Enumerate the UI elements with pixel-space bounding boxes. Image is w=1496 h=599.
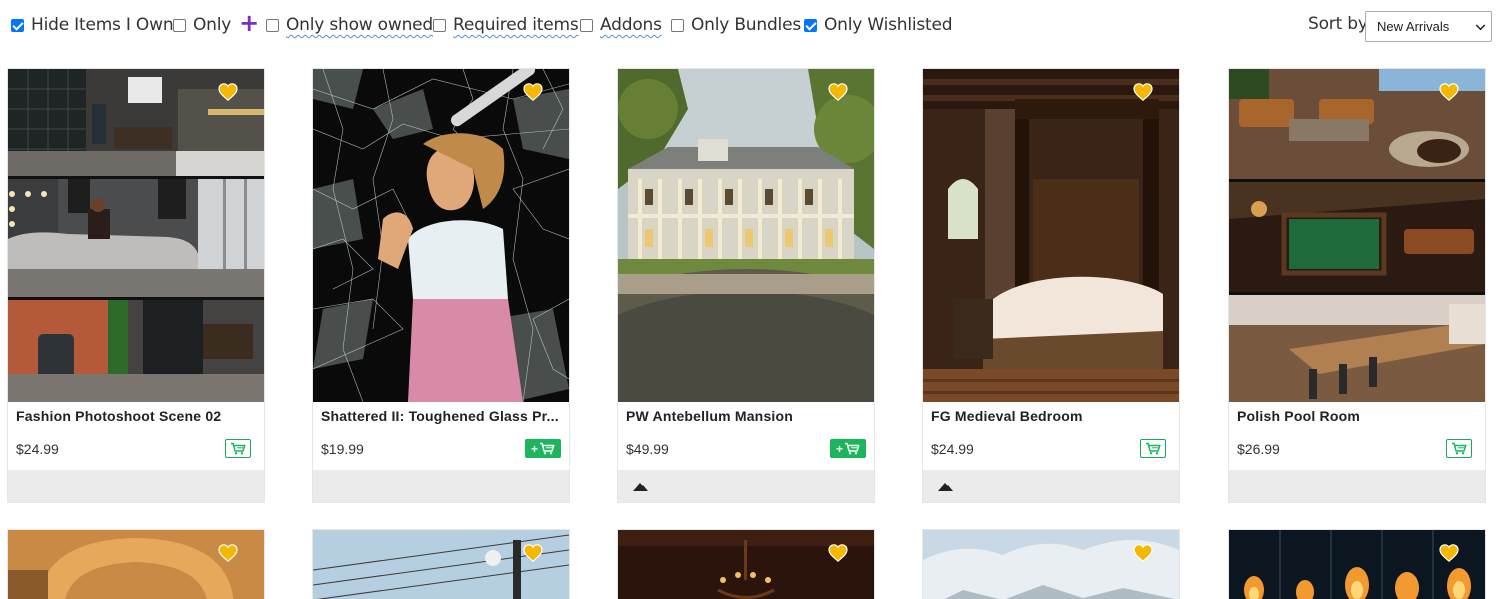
sort-select[interactable]: New Arrivals — [1365, 11, 1492, 42]
product-card[interactable] — [1228, 529, 1486, 599]
filter-only-bundles[interactable]: Only Bundles — [671, 14, 801, 36]
heart-icon[interactable] — [1133, 544, 1153, 562]
product-card[interactable]: FG Medieval Bedroom $24.99 — [922, 68, 1180, 503]
product-card[interactable]: PW Antebellum Mansion $49.99 + — [617, 68, 875, 503]
product-title[interactable]: PW Antebellum Mansion — [626, 408, 870, 424]
heart-icon[interactable] — [523, 544, 543, 562]
cart-icon — [230, 442, 246, 455]
only-plus-checkbox[interactable] — [173, 18, 186, 32]
product-image[interactable] — [8, 69, 264, 402]
filter-label: Required items — [453, 15, 579, 35]
product-price: $49.99 — [626, 441, 669, 457]
product-image[interactable] — [8, 530, 264, 599]
product-image[interactable] — [923, 69, 1179, 402]
cart-icon — [1145, 442, 1161, 455]
plus-icon: + — [835, 441, 843, 456]
filter-required-items[interactable]: Required items — [433, 14, 579, 36]
add-bundle-to-cart-button[interactable]: + — [830, 439, 866, 458]
heart-icon[interactable] — [828, 544, 848, 562]
product-image[interactable] — [923, 530, 1179, 599]
addons-checkbox[interactable] — [580, 18, 593, 32]
product-card[interactable] — [922, 529, 1180, 599]
product-title[interactable]: Polish Pool Room — [1237, 408, 1481, 424]
filter-label: Addons — [600, 15, 662, 35]
product-card[interactable]: Fashion Photoshoot Scene 02 $24.99 — [7, 68, 265, 503]
mountain-icon — [633, 483, 648, 491]
cart-icon — [844, 442, 860, 455]
filter-only-plus[interactable]: Only + — [173, 9, 260, 37]
chevron-down-icon — [1475, 20, 1486, 31]
product-info: PW Antebellum Mansion $49.99 + — [618, 402, 874, 470]
product-title[interactable]: Fashion Photoshoot Scene 02 — [16, 408, 260, 424]
product-price: $26.99 — [1237, 441, 1280, 457]
product-footer — [313, 470, 569, 502]
product-info: Polish Pool Room $26.99 — [1229, 402, 1485, 470]
product-image[interactable] — [618, 530, 874, 599]
product-price: $24.99 — [931, 441, 974, 457]
heart-icon[interactable] — [1439, 544, 1459, 562]
product-image[interactable] — [313, 530, 569, 599]
product-price: $19.99 — [321, 441, 364, 457]
product-card[interactable]: Polish Pool Room $26.99 — [1228, 68, 1486, 503]
sort-selected-value: New Arrivals — [1377, 19, 1450, 34]
filter-label: Only Bundles — [691, 15, 801, 35]
add-to-cart-button[interactable] — [1140, 439, 1166, 458]
product-image[interactable] — [1229, 530, 1485, 599]
cart-icon — [539, 442, 555, 455]
product-card[interactable] — [7, 529, 265, 599]
product-title[interactable]: FG Medieval Bedroom — [931, 408, 1175, 424]
product-image[interactable] — [618, 69, 874, 402]
add-bundle-to-cart-button[interactable]: + — [525, 439, 561, 458]
add-to-cart-button[interactable] — [1446, 439, 1472, 458]
filter-label: Hide Items I Own — [31, 15, 174, 35]
required-items-checkbox[interactable] — [433, 18, 446, 32]
product-footer — [923, 470, 1179, 502]
filter-only-owned[interactable]: Only show owned — [266, 14, 433, 36]
heart-icon[interactable] — [828, 83, 848, 101]
product-footer — [618, 470, 874, 502]
product-image[interactable] — [1229, 69, 1485, 402]
mountain-icon — [938, 483, 953, 491]
plus-icon: + — [530, 441, 538, 456]
filter-only-wishlisted[interactable]: Only Wishlisted — [804, 14, 953, 36]
filter-label: Only Wishlisted — [824, 15, 953, 35]
heart-icon[interactable] — [523, 83, 543, 101]
filter-label: Only show owned — [286, 15, 434, 35]
product-image[interactable] — [313, 69, 569, 402]
only-wishlisted-checkbox[interactable] — [804, 18, 817, 32]
only-bundles-checkbox[interactable] — [671, 18, 684, 32]
filter-hide-owned[interactable]: Hide Items I Own — [11, 14, 174, 36]
add-to-cart-button[interactable] — [225, 439, 251, 458]
sort-label: Sort by — [1308, 14, 1368, 34]
product-info: Fashion Photoshoot Scene 02 $24.99 — [8, 402, 264, 470]
product-footer — [1229, 470, 1485, 502]
filter-addons[interactable]: Addons — [580, 14, 662, 36]
product-card[interactable] — [617, 529, 875, 599]
product-info: FG Medieval Bedroom $24.99 — [923, 402, 1179, 470]
heart-icon[interactable] — [1133, 83, 1153, 101]
plus-icon: + — [239, 9, 260, 37]
product-footer — [8, 470, 264, 502]
product-title[interactable]: Shattered II: Toughened Glass Pr... — [321, 408, 565, 424]
product-card[interactable] — [312, 529, 570, 599]
hide-owned-checkbox[interactable] — [11, 18, 24, 32]
heart-icon[interactable] — [218, 83, 238, 101]
heart-icon[interactable] — [1439, 83, 1459, 101]
product-card[interactable]: Shattered II: Toughened Glass Pr... $19.… — [312, 68, 570, 503]
cart-icon — [1451, 442, 1467, 455]
filter-label: Only — [193, 15, 232, 35]
only-owned-checkbox[interactable] — [266, 18, 279, 32]
product-info: Shattered II: Toughened Glass Pr... $19.… — [313, 402, 569, 470]
filter-bar: Hide Items I Own Only + Only show owned … — [0, 0, 1496, 50]
product-price: $24.99 — [16, 441, 59, 457]
heart-icon[interactable] — [218, 544, 238, 562]
